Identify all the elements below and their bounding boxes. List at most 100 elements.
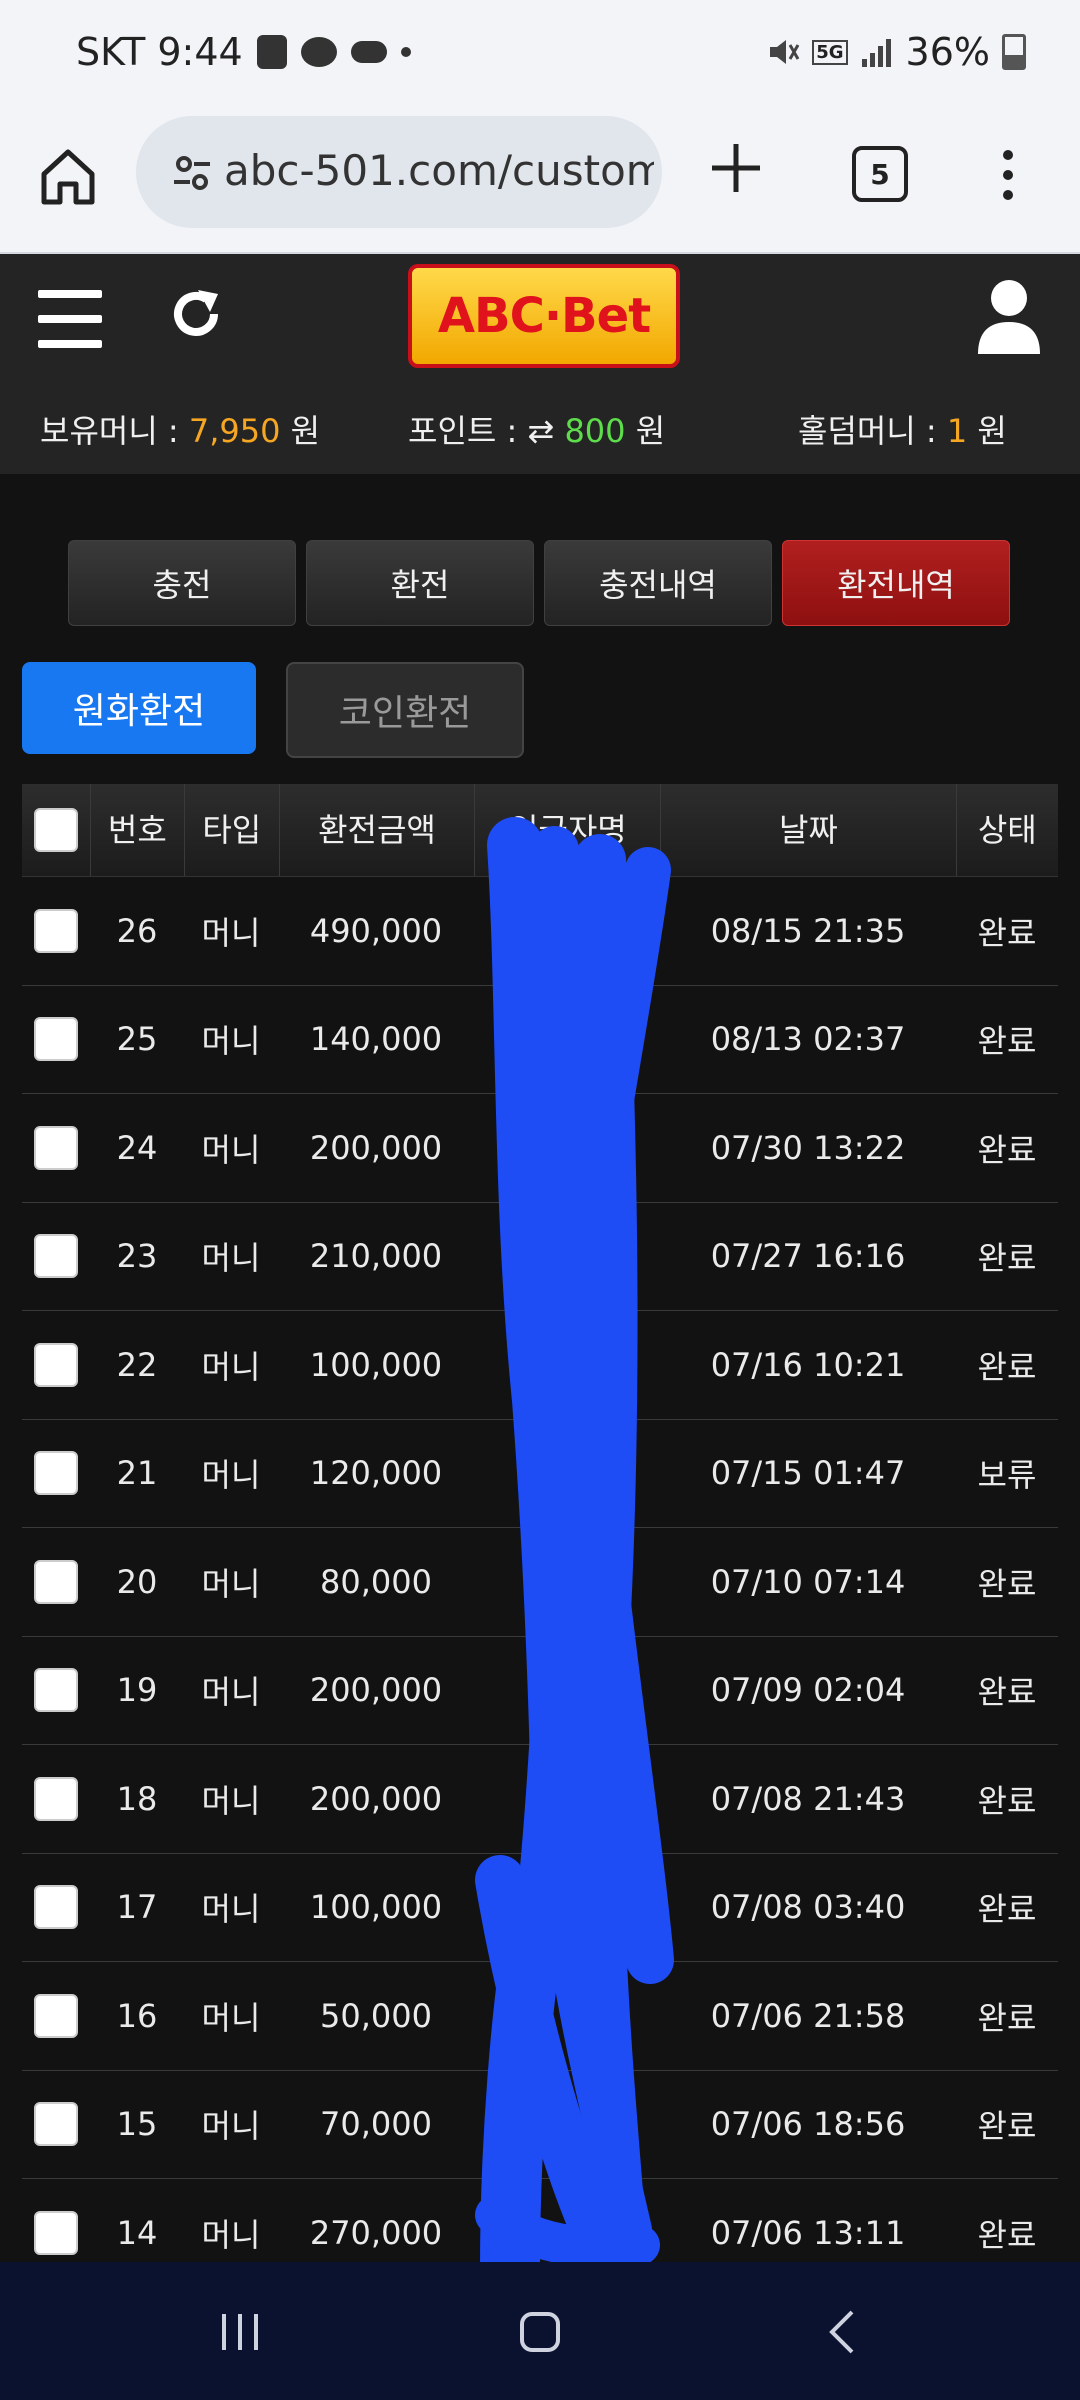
row-number: 16	[116, 1996, 158, 2035]
row-date: 07/09 02:04	[710, 1671, 906, 1710]
row-checkbox[interactable]	[34, 1017, 78, 1062]
charge-button[interactable]: 충전	[68, 540, 296, 626]
row-status: 완료	[977, 1781, 1037, 1820]
row-type: 머니	[201, 1239, 261, 1278]
row-type: 머니	[201, 1564, 261, 1603]
row-checkbox[interactable]	[34, 908, 78, 953]
home-icon[interactable]	[36, 144, 100, 208]
row-date: 07/08 21:43	[710, 1779, 906, 1818]
row-amount: 100,000	[309, 1888, 443, 1927]
header-date: 날짜	[661, 784, 957, 876]
row-number: 21	[116, 1454, 158, 1493]
site-settings-icon[interactable]	[172, 152, 212, 192]
holdem-unit: 원	[967, 412, 1007, 450]
tab-coin-exchange[interactable]: 코인환전	[286, 662, 524, 758]
row-type: 머니	[201, 913, 261, 952]
holdem-label: 홀덤머니 :	[798, 412, 947, 450]
hamburger-menu-icon[interactable]	[38, 290, 102, 348]
mute-icon	[770, 40, 800, 64]
row-checkbox-cell	[22, 1234, 90, 1279]
table-body: 26 머니 490,000 08/15 21:35 완료 25 머니 140,000 08/13…	[22, 877, 1058, 2288]
exchange-button[interactable]: 환전	[306, 540, 534, 626]
table-row[interactable]: 24 머니 200,000 07/30 13:22 완료	[22, 1094, 1058, 1203]
row-checkbox-cell	[22, 1017, 90, 1062]
row-checkbox-cell	[22, 2102, 90, 2147]
balance-money: 보유머니 : 7,950 원	[40, 406, 320, 452]
user-profile-icon[interactable]	[976, 278, 1042, 356]
row-checkbox[interactable]	[34, 1993, 78, 2038]
row-checkbox[interactable]	[34, 1559, 78, 1604]
row-checkbox[interactable]	[34, 1776, 78, 1821]
network-label: 5G	[812, 39, 848, 65]
table-row[interactable]: 20 머니 80,000 07/10 07:14 완료	[22, 1528, 1058, 1637]
row-type: 머니	[201, 1673, 261, 1712]
points: 포인트 : ⇄ 800 원	[408, 406, 665, 452]
table-row[interactable]: 18 머니 200,000 07/08 21:43 완료	[22, 1745, 1058, 1854]
table-row[interactable]: 17 머니 100,000 07/08 03:40 완료	[22, 1854, 1058, 1962]
row-type: 머니	[201, 2215, 261, 2254]
row-number: 24	[116, 1128, 158, 1167]
row-checkbox[interactable]	[34, 1885, 78, 1930]
row-type: 머니	[201, 1781, 261, 1820]
row-checkbox-cell	[22, 908, 90, 953]
url-bar[interactable]: abc-501.com/custom	[136, 116, 662, 228]
transfer-icon[interactable]: ⇄	[527, 412, 564, 450]
row-date: 07/16 10:21	[710, 1345, 906, 1384]
row-status: 완료	[977, 1239, 1037, 1278]
row-amount: 200,000	[309, 1671, 443, 1710]
row-type: 머니	[201, 1022, 261, 1061]
row-checkbox[interactable]	[34, 2102, 78, 2147]
row-amount: 50,000	[320, 1996, 432, 2035]
balance-bar: 보유머니 : 7,950 원 포인트 : ⇄ 800 원 홀덤머니 : 1 원	[0, 406, 1080, 456]
select-all-checkbox[interactable]	[33, 808, 78, 852]
table-row[interactable]: 15 머니 70,000 07/06 18:56 완료	[22, 2071, 1058, 2179]
table-row[interactable]: 16 머니 50,000 07/06 21:58 완료	[22, 1962, 1058, 2071]
row-number: 14	[116, 2213, 158, 2252]
row-checkbox-cell	[22, 1125, 90, 1170]
row-type: 머니	[201, 1998, 261, 2037]
row-status: 완료	[977, 913, 1037, 952]
row-checkbox[interactable]	[34, 1451, 78, 1496]
row-date: 07/15 01:47	[710, 1454, 906, 1493]
charge-history-button[interactable]: 충전내역	[544, 540, 772, 626]
tab-switcher-button[interactable]: 5	[852, 146, 908, 202]
row-date: 08/13 02:37	[710, 1020, 906, 1059]
points-value: 800	[564, 412, 626, 450]
table-row[interactable]: 25 머니 140,000 08/13 02:37 완료	[22, 986, 1058, 1094]
row-number: 22	[116, 1345, 158, 1384]
row-checkbox[interactable]	[34, 2210, 78, 2255]
table-row[interactable]: 22 머니 100,000 07/16 10:21 완료	[22, 1311, 1058, 1420]
logo-text: ABC·Bet	[437, 288, 651, 344]
site-logo[interactable]: ABC·Bet	[408, 264, 680, 368]
table-row[interactable]: 19 머니 200,000 07/09 02:04 완료	[22, 1637, 1058, 1745]
row-checkbox[interactable]	[34, 1234, 78, 1279]
row-type: 머니	[201, 2107, 261, 2146]
exchange-history-button[interactable]: 환전내역	[782, 540, 1010, 626]
row-type: 머니	[201, 1347, 261, 1386]
new-tab-icon[interactable]	[706, 138, 766, 198]
home-nav-icon[interactable]	[510, 2302, 570, 2362]
url-text: abc-501.com/custom	[224, 146, 654, 195]
row-checkbox[interactable]	[34, 1342, 78, 1387]
row-date: 08/15 21:35	[710, 911, 906, 950]
row-checkbox-cell	[22, 1993, 90, 2038]
row-amount: 490,000	[309, 911, 443, 950]
row-amount: 270,000	[309, 2213, 443, 2252]
row-status: 완료	[977, 1347, 1037, 1386]
row-checkbox-cell	[22, 1342, 90, 1387]
table-row[interactable]: 21 머니 120,000 07/15 01:47 보류	[22, 1420, 1058, 1528]
table-row[interactable]: 26 머니 490,000 08/15 21:35 완료	[22, 877, 1058, 986]
more-menu-icon[interactable]	[998, 144, 1018, 204]
recent-apps-icon[interactable]	[210, 2302, 270, 2362]
table-row[interactable]: 23 머니 210,000 07/27 16:16 완료	[22, 1203, 1058, 1311]
row-date: 07/06 21:58	[710, 1996, 906, 2035]
row-checkbox[interactable]	[34, 1125, 78, 1170]
back-icon[interactable]	[814, 2302, 874, 2362]
refresh-icon[interactable]	[166, 284, 226, 344]
row-type: 머니	[201, 1456, 261, 1495]
points-label: 포인트 :	[408, 412, 528, 450]
row-checkbox[interactable]	[34, 1668, 78, 1713]
tab-krw-exchange[interactable]: 원화환전	[22, 662, 256, 754]
row-status: 보류	[977, 1456, 1037, 1495]
balance-unit: 원	[280, 412, 321, 450]
